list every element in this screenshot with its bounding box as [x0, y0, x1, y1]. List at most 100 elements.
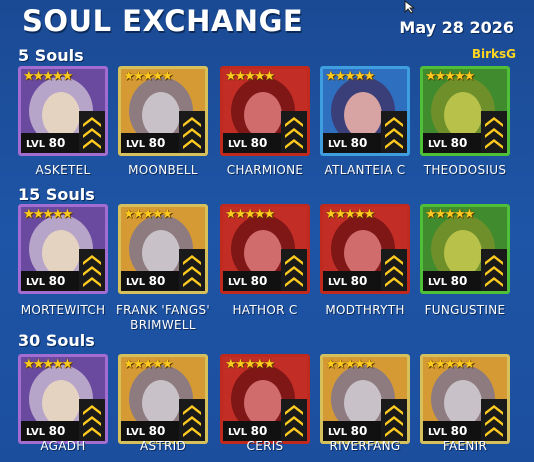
- level-prefix: LVL: [228, 427, 251, 438]
- champion-name: MORTEWITCH: [20, 303, 106, 317]
- level-prefix: LVL: [26, 139, 49, 150]
- level-value: 80: [148, 136, 166, 150]
- level-prefix: LVL: [126, 277, 149, 288]
- champion-card[interactable]: ★★★★★ LVL 80: [220, 66, 310, 156]
- champion-card[interactable]: ★★★★★ LVL 80: [18, 66, 108, 156]
- level-value: 80: [48, 136, 66, 150]
- star-rating: ★★★★★: [23, 69, 73, 84]
- champion-name: HATHOR C: [232, 303, 298, 317]
- level-value: 80: [350, 136, 368, 150]
- champion-name: THEODOSIUS: [423, 163, 507, 177]
- level-value: 80: [350, 424, 368, 438]
- champion-card[interactable]: ★★★★★ LVL 80: [420, 66, 510, 156]
- level-badge: LVL 80: [121, 421, 181, 441]
- level-value: 80: [148, 424, 166, 438]
- level-badge: LVL 80: [223, 271, 283, 291]
- level-value: 80: [250, 136, 268, 150]
- rank-chevrons-icon: [281, 399, 307, 441]
- star-rating: ★★★★★: [225, 207, 275, 222]
- section-label: 5 Souls: [18, 46, 84, 65]
- champion-name: MODTHRYTH: [325, 303, 405, 317]
- level-badge: LVL 80: [323, 271, 383, 291]
- level-prefix: LVL: [26, 427, 49, 438]
- level-prefix: LVL: [328, 139, 351, 150]
- level-prefix: LVL: [328, 427, 351, 438]
- champion-card[interactable]: ★★★★★ LVL 80: [320, 66, 410, 156]
- rank-chevrons-icon: [79, 399, 105, 441]
- champion-name: ATLANTEIA C: [324, 163, 406, 177]
- level-value: 80: [250, 424, 268, 438]
- level-prefix: LVL: [428, 139, 451, 150]
- star-rating: ★★★★★: [325, 207, 375, 222]
- level-value: 80: [450, 424, 468, 438]
- champion-name: AGADH: [40, 439, 86, 453]
- star-rating: ★★★★★: [23, 207, 73, 222]
- champion-name: CHARMIONE: [226, 163, 304, 177]
- champion-card[interactable]: ★★★★★ LVL 80: [320, 354, 410, 444]
- rank-chevrons-icon: [481, 249, 507, 291]
- section-label: 15 Souls: [18, 185, 95, 204]
- rank-chevrons-icon: [281, 249, 307, 291]
- champion-card[interactable]: ★★★★★ LVL 80: [18, 204, 108, 294]
- level-prefix: LVL: [328, 277, 351, 288]
- rank-chevrons-icon: [481, 111, 507, 153]
- level-prefix: LVL: [228, 139, 251, 150]
- level-badge: LVL 80: [223, 133, 283, 153]
- star-rating: ★★★★★: [23, 357, 73, 372]
- champion-card[interactable]: ★★★★★ LVL 80: [118, 204, 208, 294]
- level-badge: LVL 80: [323, 421, 383, 441]
- level-prefix: LVL: [428, 277, 451, 288]
- star-rating: ★★★★★: [425, 357, 475, 372]
- section-label: 30 Souls: [18, 331, 95, 350]
- rank-chevrons-icon: [481, 399, 507, 441]
- level-value: 80: [148, 274, 166, 288]
- champion-card[interactable]: ★★★★★ LVL 80: [420, 354, 510, 444]
- level-value: 80: [48, 274, 66, 288]
- champion-name: RIVERFANG: [329, 439, 401, 453]
- champion-card[interactable]: ★★★★★ LVL 80: [320, 204, 410, 294]
- level-badge: LVL 80: [423, 271, 483, 291]
- level-badge: LVL 80: [423, 421, 483, 441]
- champion-name: FRANK 'FANGS' BRIMWELL: [115, 303, 211, 332]
- level-prefix: LVL: [228, 277, 251, 288]
- champion-name: FUNGUSTINE: [424, 303, 506, 317]
- star-rating: ★★★★★: [325, 357, 375, 372]
- level-badge: LVL 80: [21, 133, 81, 153]
- champion-card[interactable]: ★★★★★ LVL 80: [118, 354, 208, 444]
- rank-chevrons-icon: [179, 399, 205, 441]
- champion-card[interactable]: ★★★★★ LVL 80: [118, 66, 208, 156]
- star-rating: ★★★★★: [425, 69, 475, 84]
- mouse-cursor-icon: [404, 0, 416, 14]
- page-title: SOUL EXCHANGE: [22, 4, 304, 38]
- level-badge: LVL 80: [423, 133, 483, 153]
- level-badge: LVL 80: [323, 133, 383, 153]
- level-value: 80: [48, 424, 66, 438]
- star-rating: ★★★★★: [225, 69, 275, 84]
- rank-chevrons-icon: [381, 249, 407, 291]
- level-value: 80: [350, 274, 368, 288]
- champion-card[interactable]: ★★★★★ LVL 80: [420, 204, 510, 294]
- star-rating: ★★★★★: [225, 357, 275, 372]
- rank-chevrons-icon: [381, 399, 407, 441]
- rank-chevrons-icon: [79, 249, 105, 291]
- champion-card[interactable]: ★★★★★ LVL 80: [220, 204, 310, 294]
- level-prefix: LVL: [126, 139, 149, 150]
- level-value: 80: [250, 274, 268, 288]
- star-rating: ★★★★★: [123, 207, 173, 222]
- champion-name: FAENIR: [442, 439, 488, 453]
- rank-chevrons-icon: [381, 111, 407, 153]
- champion-name: CERIS: [246, 439, 284, 453]
- level-badge: LVL 80: [223, 421, 283, 441]
- rank-chevrons-icon: [79, 111, 105, 153]
- star-rating: ★★★★★: [325, 69, 375, 84]
- champion-card[interactable]: ★★★★★ LVL 80: [18, 354, 108, 444]
- date-label: May 28 2026: [399, 18, 514, 37]
- level-prefix: LVL: [126, 427, 149, 438]
- rank-chevrons-icon: [281, 111, 307, 153]
- rank-chevrons-icon: [179, 249, 205, 291]
- level-badge: LVL 80: [21, 421, 81, 441]
- level-prefix: LVL: [428, 427, 451, 438]
- champion-card[interactable]: ★★★★★ LVL 80: [220, 354, 310, 444]
- level-badge: LVL 80: [121, 271, 181, 291]
- rank-chevrons-icon: [179, 111, 205, 153]
